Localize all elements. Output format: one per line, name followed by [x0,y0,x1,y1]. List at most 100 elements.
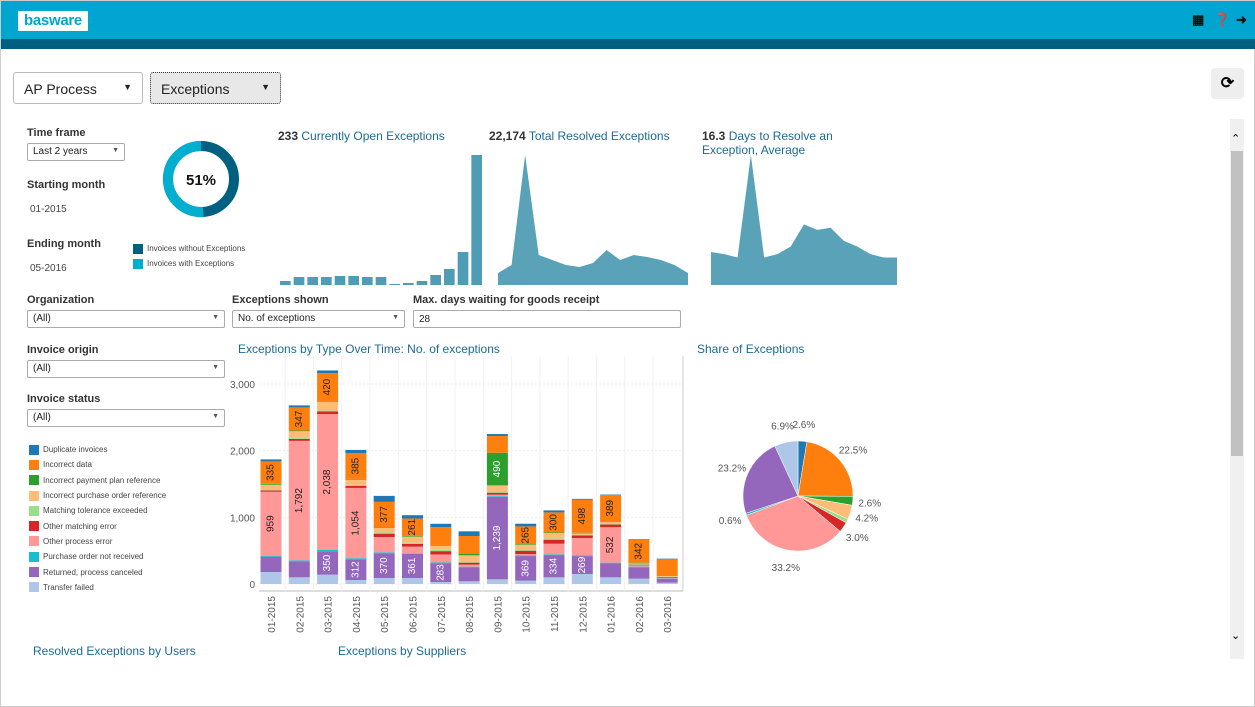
legend-label: Duplicate invoices [43,445,108,455]
bar-label: 1,792 [294,488,305,513]
suppliers-section-title[interactable]: Exceptions by Suppliers [338,644,466,658]
x-tick-label: 09-2015 [493,596,504,633]
bar-label: 532 [605,536,616,553]
legend-item: Matching tolerance exceeded [29,503,166,518]
bar-segment [600,524,622,528]
legend-item: Transfer failed [29,580,166,595]
refresh-button[interactable]: ⟳ [1211,68,1244,99]
bar-segment [288,437,310,439]
bar-segment [260,555,282,557]
legend-item: Purchase order not received [29,549,166,564]
process-dropdown[interactable]: AP Process ▼ [13,72,143,104]
bar-segment [260,572,282,584]
chevron-down-icon: ▼ [392,314,399,321]
exc-shown-label: Exceptions shown [232,294,329,306]
legend-item: Incorrect purchase order reference [29,488,166,503]
y-tick-label: 1,000 [230,513,255,524]
bar-segment [317,370,339,374]
bar-segment [402,578,423,584]
time-frame-value: Last 2 years [33,146,88,157]
bar-label: 420 [322,378,333,395]
bar-label: 369 [520,560,531,577]
bar-segment [373,532,395,534]
bar-segment [571,534,593,536]
pie-label: 33.2% [772,563,800,574]
pie-label: 4.2% [855,513,878,524]
bar-segment [430,562,452,564]
time-frame-select[interactable]: Last 2 years ▼ [27,143,125,161]
bar-label: 312 [351,561,362,578]
bar-segment [571,498,593,500]
bar-segment [458,566,480,568]
bar-segment [288,560,310,562]
chevron-down-icon: ▼ [212,364,219,371]
view-value: Exceptions [161,81,230,97]
bar-segment [458,536,480,554]
scrollbar-thumb[interactable] [1231,151,1243,456]
basware-logo[interactable]: basware [18,11,88,31]
film-icon[interactable]: ▦ [1192,12,1204,28]
view-dropdown[interactable]: Exceptions ▼ [150,72,281,104]
bar-segment [288,431,310,438]
donut-legend-item: Invoices without Exceptions [133,241,245,256]
bar-segment [317,574,339,584]
kpi-open: 233 Currently Open Exceptions [278,129,445,143]
origin-select[interactable]: (All) ▼ [27,360,225,378]
bar-label: 342 [634,542,645,559]
bar-segment [260,483,282,485]
bar-label: 389 [605,499,616,516]
bar-segment [543,533,565,539]
x-tick-label: 08-2015 [465,596,476,633]
process-value: AP Process [24,81,97,97]
pie-label: 2.6% [792,420,815,431]
bar-label: 377 [379,506,390,523]
exc-shown-select[interactable]: No. of exceptions ▼ [232,310,405,328]
bar-segment [571,532,593,534]
bar-segment [458,562,480,565]
bar-segment [515,544,537,550]
logout-icon[interactable]: ➜ [1236,12,1247,28]
status-select[interactable]: (All) ▼ [27,409,225,427]
x-tick-label: 11-2015 [550,596,561,632]
bar-segment [600,523,622,525]
spark-bar [375,277,387,285]
spark-bar [334,276,346,285]
bar-label: 261 [407,518,418,535]
bar-segment [458,554,480,556]
x-tick-label: 03-2016 [663,596,674,633]
help-icon[interactable]: ❓ [1214,12,1230,28]
bar-segment [402,543,423,547]
users-section-title[interactable]: Resolved Exceptions by Users [33,644,196,658]
x-tick-label: 07-2015 [437,596,448,633]
bar-segment [458,555,480,562]
spark-bar [389,284,400,285]
bar-label: 334 [549,557,560,574]
share-pie-chart: 2.6% 22.5% 2.6% 4.2% 3.0% 33.2% 0.6% 23.2% 6.9% [718,420,881,574]
bar-segment [458,564,480,567]
max-days-input[interactable] [413,310,681,328]
scroll-up-icon[interactable]: ⌃ [1231,132,1240,145]
legend-item: Other process error [29,534,166,549]
org-select[interactable]: (All) ▼ [27,310,225,328]
bar-segment [600,562,622,564]
refresh-icon: ⟳ [1220,75,1235,92]
y-tick-label: 0 [249,580,255,591]
legend-item: Returned, process canceled [29,564,166,579]
bar-segment [260,484,282,490]
origin-label: Invoice origin [27,344,99,356]
bar-segment [458,531,480,536]
legend-label: Invoices without Exceptions [147,244,246,253]
x-tick-label: 02-2016 [635,596,646,633]
resolved-exceptions-sparkline [498,155,688,285]
x-tick-label: 10-2015 [522,596,533,633]
bar-segment [430,523,452,528]
bar-segment [288,430,310,432]
bar-segment [628,578,650,584]
bar-segment [345,479,367,485]
end-label: Ending month [27,238,101,250]
scroll-down-icon[interactable]: ⌄ [1231,629,1240,642]
bar-segment [373,527,395,528]
exception-type-legend: Duplicate invoices Incorrect data Incorrec… [29,442,166,595]
legend-label: Other matching error [43,521,117,531]
bar-segment [515,554,537,556]
